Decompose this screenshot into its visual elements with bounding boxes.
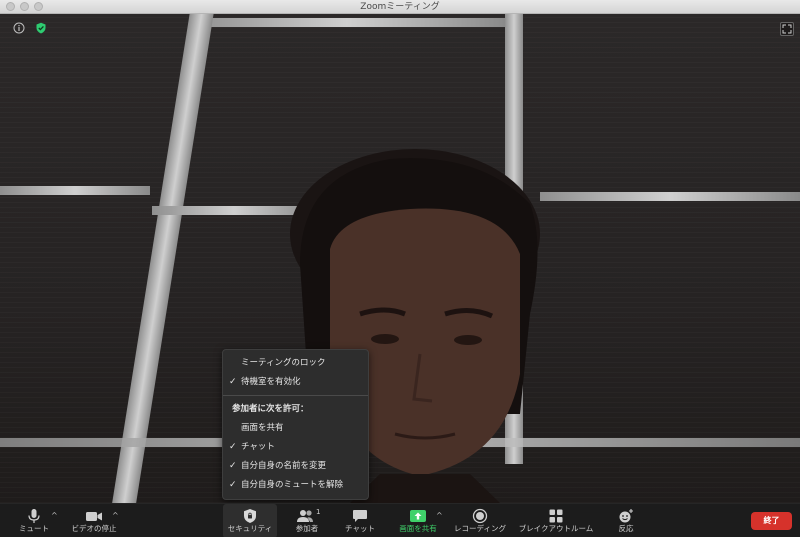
mute-button[interactable]: ミュート: [12, 504, 56, 537]
video-camera-icon: [86, 512, 102, 521]
reactions-label: 反応: [618, 524, 634, 533]
reactions-button[interactable]: 反応: [610, 504, 642, 537]
allow-participants-header: 参加者に次を許可：: [232, 404, 309, 414]
mute-label: ミュート: [19, 524, 49, 533]
audio-options-caret[interactable]: ^: [51, 511, 58, 520]
breakout-rooms-icon: [549, 509, 563, 523]
stop-video-button[interactable]: ビデオの停止: [68, 504, 120, 537]
chat-label: チャット: [345, 524, 375, 533]
menu-item-allow-unmute[interactable]: ✓ 自分自身のミュートを解除: [223, 476, 368, 495]
menu-item-lock-meeting[interactable]: ミーティングのロック: [223, 354, 368, 373]
record-icon: [472, 508, 488, 524]
shield-icon: [244, 509, 256, 523]
menu-item-label: 自分自身のミュートを解除: [241, 480, 344, 490]
menu-separator: [223, 395, 368, 396]
checkmark-icon: ✓: [229, 377, 237, 387]
info-icon[interactable]: [13, 22, 25, 34]
menu-item-enable-waiting-room[interactable]: ✓ 待機室を有効化: [223, 373, 368, 392]
video-feed: [0, 14, 800, 503]
security-button[interactable]: セキュリティ: [223, 504, 277, 537]
chat-bubble-icon: [353, 510, 367, 522]
menu-item-allow-chat[interactable]: ✓ チャット: [223, 438, 368, 457]
security-menu: ミーティングのロック ✓ 待機室を有効化 参加者に次を許可： 画面を共有 ✓ チ…: [222, 349, 369, 500]
menu-item-label: チャット: [241, 442, 275, 452]
fullscreen-icon[interactable]: [780, 22, 794, 36]
video-options-caret[interactable]: ^: [112, 511, 119, 520]
menu-item-label: 画面を共有: [241, 423, 284, 433]
security-label: セキュリティ: [227, 524, 273, 533]
menu-item-allow-rename[interactable]: ✓ 自分自身の名前を変更: [223, 457, 368, 476]
stop-video-label: ビデオの停止: [71, 524, 117, 533]
meeting-toolbar: ミュート ^ ビデオの停止 ^ セキュリティ 1 参加者 チャット 画面を共有 …: [0, 503, 800, 537]
end-meeting-button[interactable]: 終了: [751, 512, 792, 530]
window-title: Zoomミーティング: [360, 2, 440, 12]
window-titlebar: Zoomミーティング: [0, 0, 800, 14]
participant-video: [290, 149, 540, 503]
breakout-rooms-label: ブレイクアウトルーム: [518, 524, 594, 533]
participants-button[interactable]: 1 参加者: [287, 504, 327, 537]
microphone-icon: [28, 509, 40, 523]
smiley-plus-icon: [619, 509, 633, 523]
participants-count: 1: [316, 508, 321, 516]
checkmark-icon: ✓: [229, 442, 237, 452]
checkmark-icon: ✓: [229, 461, 237, 471]
share-screen-button[interactable]: 画面を共有: [396, 504, 440, 537]
participants-icon: [297, 510, 313, 522]
share-options-caret[interactable]: ^: [436, 511, 443, 520]
chat-button[interactable]: チャット: [340, 504, 380, 537]
share-screen-label: 画面を共有: [399, 524, 437, 533]
menu-item-allow-share-screen[interactable]: 画面を共有: [223, 419, 368, 438]
share-screen-icon: [410, 510, 426, 522]
encryption-shield-icon[interactable]: [35, 22, 47, 34]
menu-item-label: 自分自身の名前を変更: [241, 461, 327, 471]
record-button[interactable]: レコーディング: [450, 504, 510, 537]
menu-item-label: 待機室を有効化: [241, 377, 301, 387]
checkmark-icon: ✓: [229, 480, 237, 490]
menu-item-label: ミーティングのロック: [241, 358, 326, 368]
participants-label: 参加者: [295, 524, 319, 533]
breakout-rooms-button[interactable]: ブレイクアウトルーム: [516, 504, 596, 537]
record-label: レコーディング: [454, 524, 506, 533]
